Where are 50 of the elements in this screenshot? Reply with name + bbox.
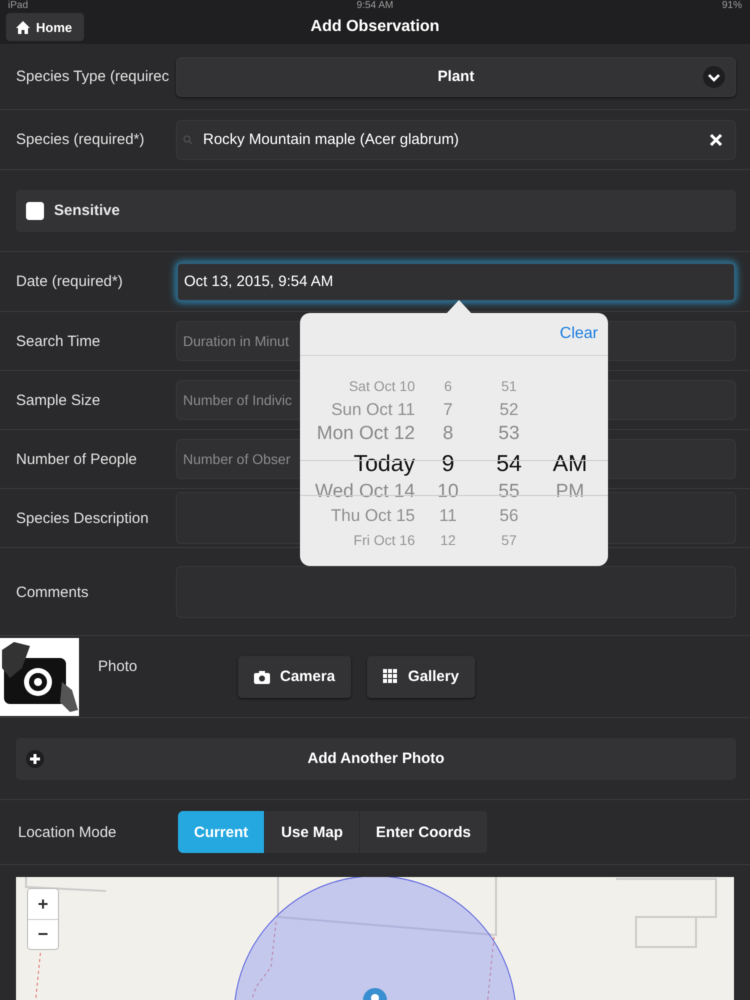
home-icon [16, 20, 30, 34]
species-type-select[interactable]: Plant [176, 56, 736, 96]
page-title: Add Observation [310, 18, 440, 36]
picker-item[interactable]: 57 [481, 528, 537, 552]
field-label: Sample Size [16, 392, 102, 408]
add-photo-button[interactable]: Add Another Photo [16, 738, 736, 780]
picker-item[interactable]: Thu Oct 15 [330, 504, 415, 528]
checkbox-label: Sensitive [54, 202, 120, 219]
search-icon [183, 134, 193, 144]
checkbox[interactable] [26, 202, 44, 220]
home-button[interactable]: Home [6, 13, 84, 41]
text-field[interactable]: Oct 13, 2015, 9:54 AM [176, 262, 736, 302]
clear-button[interactable]: Clear [560, 325, 598, 343]
chevron-down-icon [703, 66, 725, 88]
picker-item[interactable]: 51 [481, 374, 537, 398]
battery-level: 91% [722, 0, 742, 12]
picker-item[interactable]: 12 [415, 528, 481, 552]
picker-item[interactable]: 54 [481, 446, 537, 480]
species-search-field[interactable]: Rocky Mountain maple (Acer glabrum) [176, 120, 736, 160]
sensitive-checkbox[interactable]: Sensitive [16, 190, 736, 232]
gallery-button[interactable]: Gallery [367, 656, 475, 698]
field-label: Species Type (requirec [16, 68, 170, 85]
close-icon[interactable] [709, 132, 723, 146]
field-label: Photo [98, 658, 138, 675]
field-label: Location Mode [18, 824, 118, 840]
field-label: Species Description [16, 510, 150, 526]
picker-item[interactable]: Sat Oct 10 [348, 374, 415, 398]
camera-button[interactable]: Camera [238, 656, 352, 698]
field-label: Species (required*) [16, 131, 146, 148]
picker-item[interactable]: Fri Oct 16 [354, 528, 415, 552]
plus-icon [26, 750, 44, 768]
zoom-out-button[interactable]: − [28, 919, 58, 949]
picker-item[interactable]: 8 [415, 422, 481, 446]
picker-item[interactable]: 53 [481, 422, 537, 446]
picker-item[interactable]: Mon Oct 12 [316, 422, 415, 446]
picker-item[interactable]: 11 [415, 504, 481, 528]
field-label: Search Time [16, 332, 102, 350]
picker-item[interactable]: 6 [415, 374, 481, 398]
camera-icon [254, 670, 270, 684]
field-label: Comments [16, 584, 90, 601]
grid-icon [383, 669, 398, 684]
field-label: Date (required*) [16, 273, 124, 290]
picker-item[interactable]: Sun Oct 11 [331, 398, 415, 422]
picker-item[interactable]: 56 [481, 504, 537, 528]
picker-item[interactable]: 7 [415, 398, 481, 422]
status-time: 9:54 AM [356, 0, 394, 12]
picker-item[interactable]: 52 [481, 398, 537, 422]
field-label: Number of People [16, 450, 138, 468]
device-name: iPad [8, 0, 28, 12]
segment-button[interactable]: Current [178, 811, 266, 853]
